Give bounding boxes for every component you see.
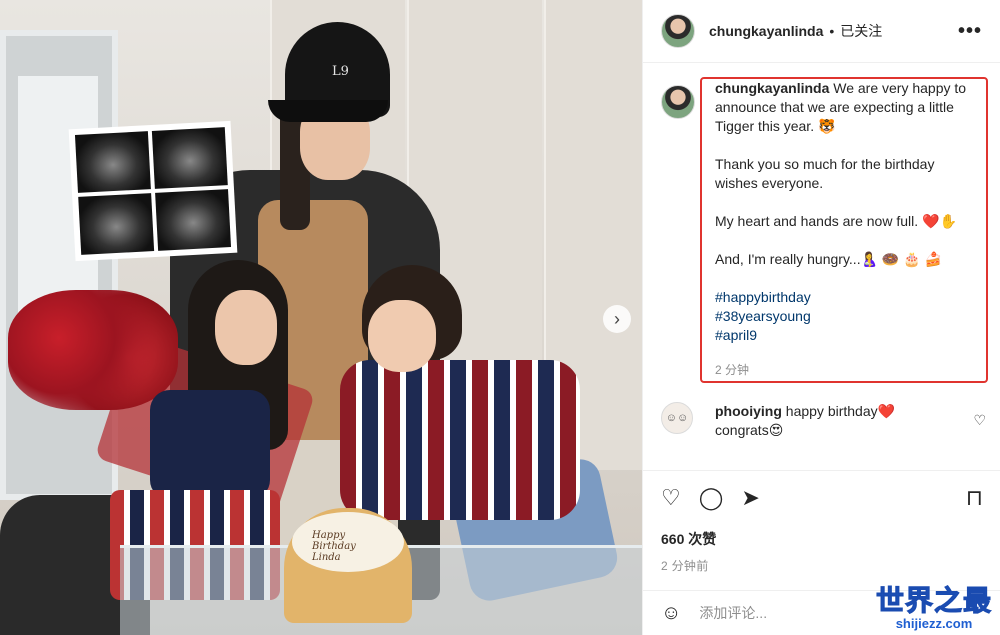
rose-bouquet (8, 290, 178, 410)
share-paper-plane-icon[interactable]: ➤ (741, 485, 759, 511)
site-watermark: 世界之最 shijiezz.com (875, 585, 992, 631)
following-status-button[interactable]: 已关注 (840, 21, 882, 41)
watermark-title: 世界之最 (875, 585, 992, 616)
post-actions: ♡ ◯ ➤ ⊓ 660 次赞 2 分钟前 (643, 470, 1000, 574)
girl-face (215, 290, 277, 365)
comment-text: phooiying happy birthday❤️ congrats😍 (715, 402, 965, 438)
post-side-panel: chungkayanlinda • 已关注 ••• chungkayanlind… (642, 0, 1000, 635)
comment-input[interactable]: 添加评论... (699, 603, 767, 623)
commenter-username[interactable]: phooiying (715, 403, 782, 419)
caption-author-avatar[interactable] (661, 85, 695, 119)
like-comment-heart-icon[interactable]: ♡ (973, 412, 986, 429)
like-count[interactable]: 660 次赞 (661, 529, 983, 549)
more-options-icon[interactable]: ••• (958, 20, 982, 43)
post-timestamp: 2 分钟前 (661, 559, 709, 573)
next-photo-button[interactable]: › (603, 305, 631, 333)
cap-logo: L9 (332, 64, 349, 79)
watermark-url: shijiezz.com (895, 616, 973, 631)
chevron-right-icon: › (614, 308, 620, 329)
caption-highlight-box (700, 77, 988, 383)
like-heart-icon[interactable]: ♡ (661, 485, 681, 511)
comment-body: happy birthday❤️ (785, 403, 896, 419)
author-avatar[interactable] (661, 14, 695, 48)
comment-item: ☺☺ phooiying happy birthday❤️ congrats😍 … (643, 378, 1000, 438)
ultrasound-scan (68, 120, 238, 262)
post-photo[interactable]: L9 Happy Birthday Linda › (0, 0, 642, 635)
girl-cardigan (150, 390, 270, 500)
boy-plaid-shirt (340, 360, 580, 520)
background-door (0, 30, 118, 500)
boy-face (368, 300, 436, 372)
commenter-avatar[interactable]: ☺☺ (661, 402, 693, 434)
post-header: chungkayanlinda • 已关注 ••• (643, 0, 1000, 63)
comment-bubble-icon[interactable]: ◯ (699, 485, 724, 511)
comment-body-line-2: congrats😍 (715, 422, 784, 438)
bookmark-icon[interactable]: ⊓ (966, 485, 983, 511)
author-username[interactable]: chungkayanlinda (709, 23, 823, 39)
cake-writing: Happy Birthday Linda (312, 530, 356, 563)
emoji-smiley-icon[interactable]: ☺ (661, 602, 681, 625)
separator-dot: • (829, 23, 835, 39)
caption-section: chungkayanlinda We are very happy to ann… (643, 63, 1000, 383)
